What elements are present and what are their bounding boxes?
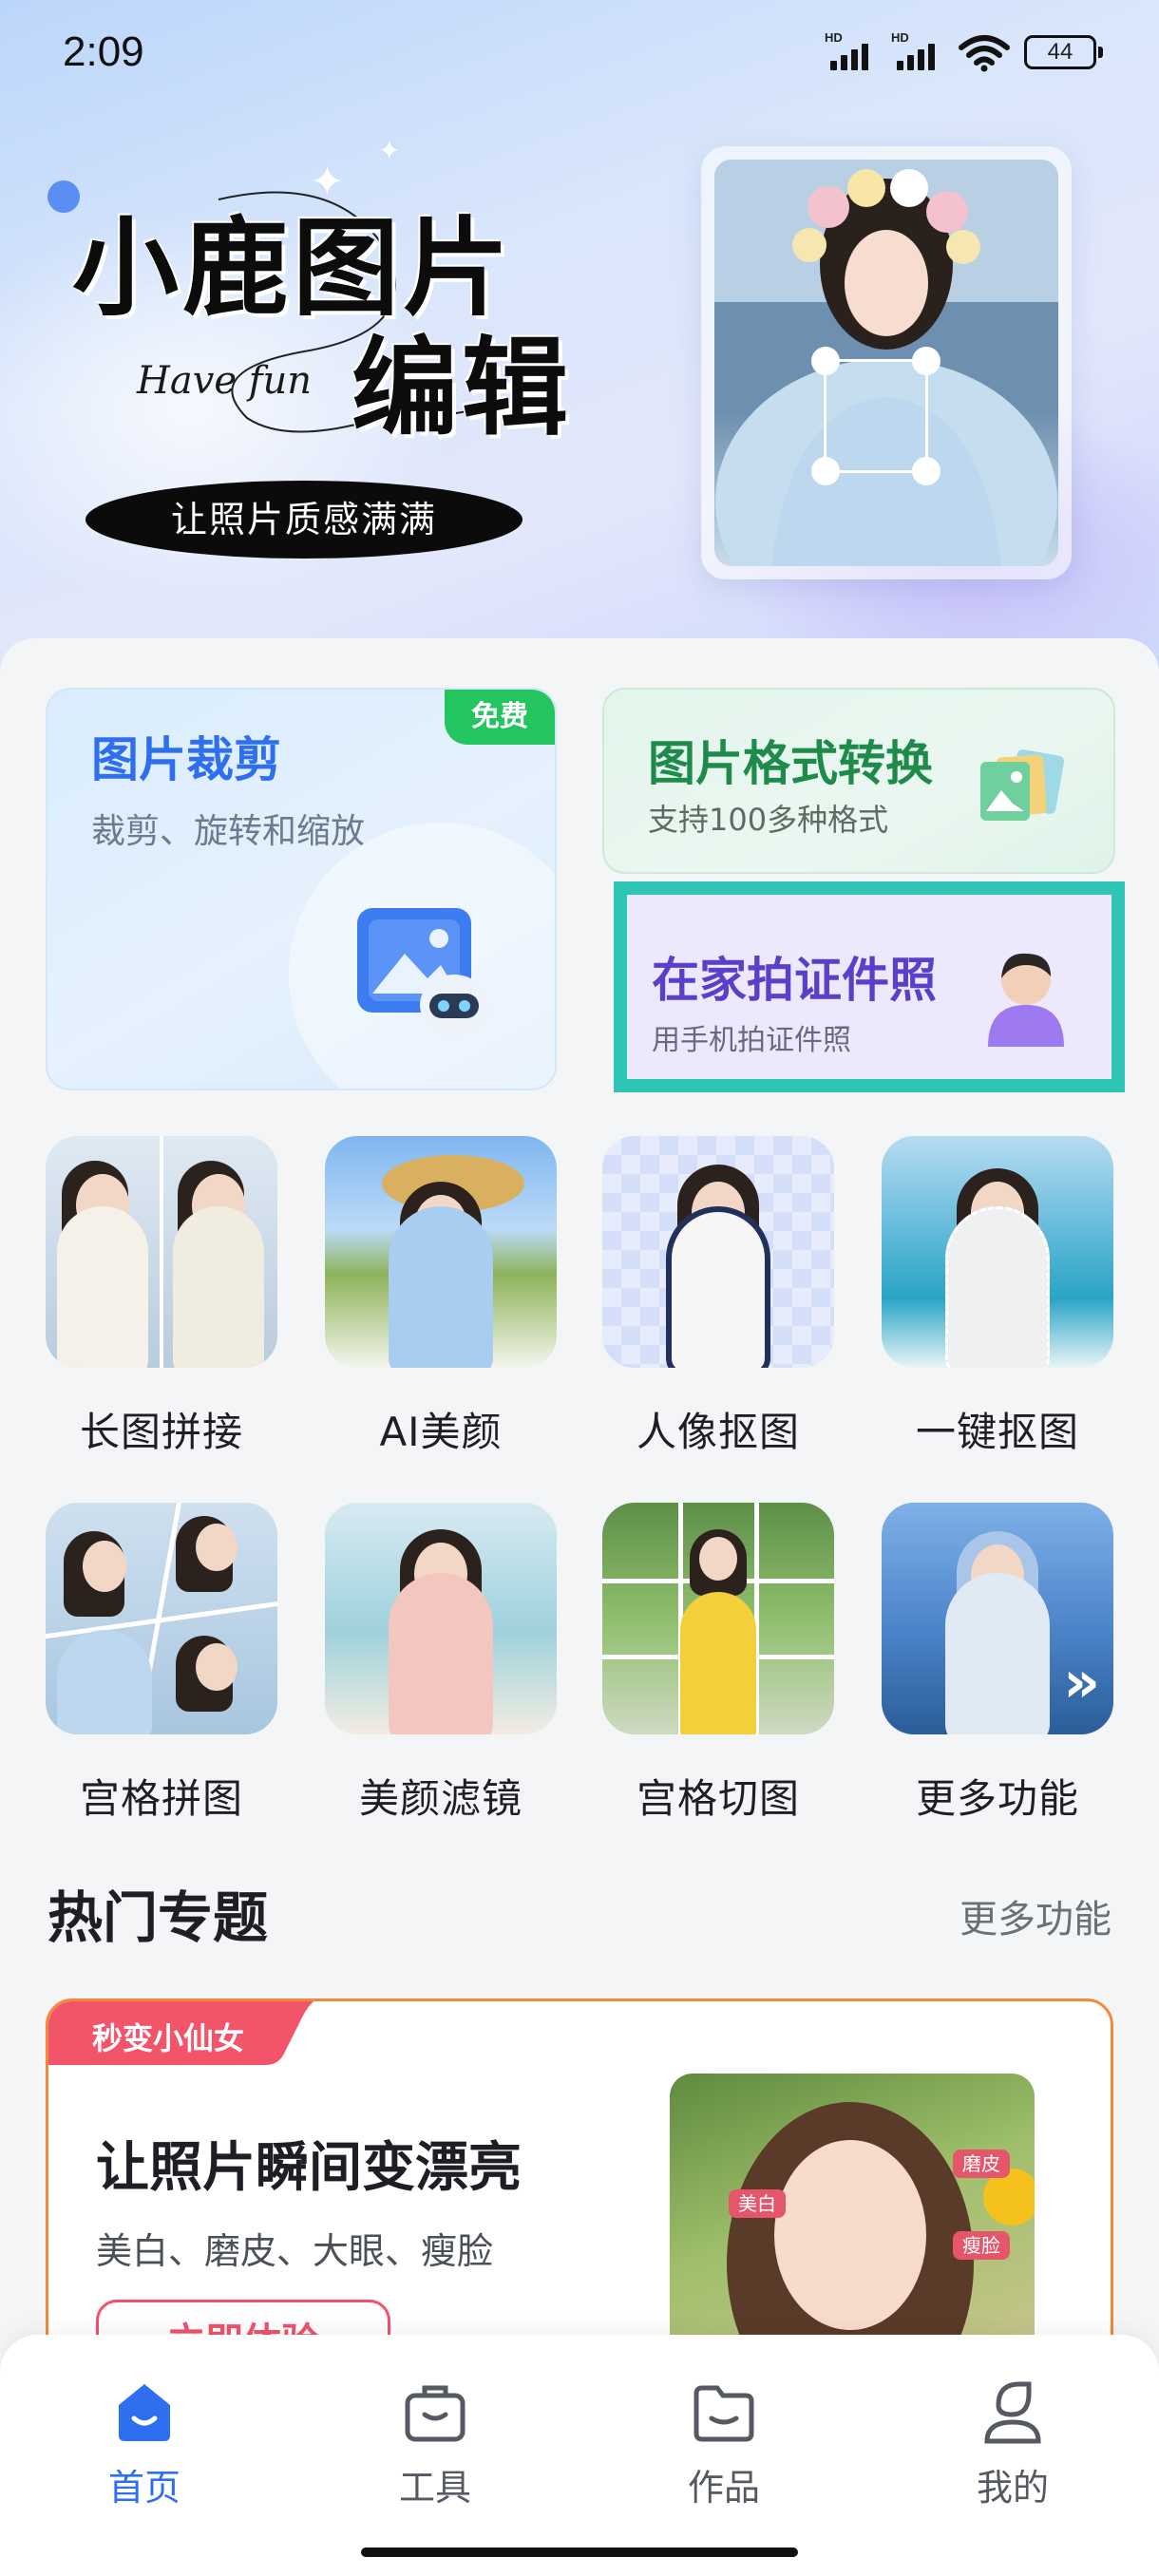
nav-label: 作品 bbox=[687, 2467, 760, 2509]
beauty-label-whiten: 美白 bbox=[729, 2189, 786, 2218]
profile-icon bbox=[984, 2381, 1041, 2444]
tool-label: AI美颜 bbox=[379, 1409, 503, 1455]
tool-label: 美颜滤镜 bbox=[358, 1775, 522, 1822]
tool-label: 一键抠图 bbox=[915, 1409, 1079, 1455]
format-convert-card[interactable]: 图片格式转换 支持100多种格式 bbox=[602, 688, 1115, 874]
image-crop-card[interactable]: 免费 图片裁剪 裁剪、旋转和缩放 bbox=[46, 688, 557, 1090]
nav-label: 工具 bbox=[398, 2467, 471, 2509]
tool-beauty-filter[interactable]: 美颜滤镜 bbox=[325, 1503, 557, 1825]
tool-grid-cut[interactable]: 宫格切图 bbox=[602, 1503, 834, 1825]
sparkle-icon: ✦ bbox=[378, 135, 401, 166]
hero-photo bbox=[701, 146, 1072, 579]
home-indicator[interactable] bbox=[361, 2548, 798, 2557]
one-click-cutout-thumbnail bbox=[882, 1136, 1113, 1368]
signal-icon-2: HD bbox=[891, 30, 944, 72]
beauty-filter-thumbnail bbox=[325, 1503, 557, 1734]
nav-label: 我的 bbox=[976, 2467, 1049, 2509]
crop-card-title: 图片裁剪 bbox=[91, 732, 281, 787]
ai-beauty-thumbnail bbox=[325, 1136, 557, 1368]
photo-stack-icon bbox=[980, 749, 1065, 821]
nav-tools[interactable]: 工具 bbox=[359, 2377, 511, 2510]
nav-profile[interactable]: 我的 bbox=[937, 2377, 1089, 2510]
folder-icon bbox=[694, 2385, 754, 2442]
hero-banner[interactable]: 2:09 HD HD 44 ✦ ✦ ✦ 小鹿图片 编辑 Have fun 让照片… bbox=[0, 0, 1159, 684]
promo-tag: 秒变小仙女 bbox=[92, 2020, 245, 2056]
app-title-line2: 编辑 bbox=[352, 327, 572, 450]
nav-works[interactable]: 作品 bbox=[648, 2377, 800, 2510]
hero-script-text: Have fun bbox=[137, 359, 313, 403]
nav-home[interactable]: 首页 bbox=[68, 2377, 220, 2510]
tool-label: 宫格拼图 bbox=[79, 1775, 243, 1822]
tool-one-click-cutout[interactable]: 一键抠图 bbox=[882, 1136, 1113, 1458]
free-badge: 免费 bbox=[445, 690, 555, 745]
tool-ai-beauty[interactable]: AI美颜 bbox=[325, 1136, 557, 1458]
promo-title: 让照片瞬间变漂亮 bbox=[96, 2137, 522, 2199]
portrait-cutout-thumbnail bbox=[602, 1136, 834, 1368]
crop-frame-decor bbox=[811, 347, 940, 485]
nav-label: 首页 bbox=[107, 2467, 180, 2509]
signal-icon: HD bbox=[825, 30, 878, 72]
tool-label: 人像抠图 bbox=[636, 1409, 800, 1455]
home-icon bbox=[119, 2384, 170, 2441]
section-title-hot-topics: 热门专题 bbox=[48, 1885, 269, 1950]
status-bar: 2:09 HD HD 44 bbox=[0, 0, 1159, 104]
bottom-nav: 首页 工具 作品 我的 bbox=[0, 2335, 1159, 2576]
long-stitch-thumbnail bbox=[46, 1136, 277, 1368]
convert-card-subtitle: 支持100多种格式 bbox=[648, 802, 889, 838]
promo-subtitle: 美白、磨皮、大眼、瘦脸 bbox=[96, 2230, 494, 2272]
chevron-right-double-icon: » bbox=[1063, 1649, 1100, 1715]
more-link[interactable]: 更多功能 bbox=[960, 1888, 1112, 1943]
id-photo-subtitle: 用手机拍证件照 bbox=[652, 1024, 851, 1057]
tool-label: 更多功能 bbox=[915, 1775, 1079, 1822]
id-photo-title: 在家拍证件照 bbox=[652, 953, 937, 1008]
crop-card-subtitle: 裁剪、旋转和缩放 bbox=[91, 812, 366, 851]
sim1-hd-label: HD bbox=[825, 30, 843, 45]
person-icon bbox=[988, 953, 1064, 1047]
toolbox-icon bbox=[405, 2385, 466, 2442]
grid-collage-thumbnail bbox=[46, 1503, 277, 1734]
tool-long-stitch[interactable]: 长图拼接 bbox=[46, 1136, 277, 1458]
tool-label: 长图拼接 bbox=[79, 1409, 243, 1455]
tool-grid-collage[interactable]: 宫格拼图 bbox=[46, 1503, 277, 1825]
image-robot-icon bbox=[357, 908, 488, 1035]
wifi-icon bbox=[959, 35, 1010, 72]
tool-more-features[interactable]: » 更多功能 bbox=[882, 1503, 1113, 1825]
tool-portrait-cutout[interactable]: 人像抠图 bbox=[602, 1136, 834, 1458]
battery-icon: 44 bbox=[1024, 35, 1103, 69]
more-features-thumbnail: » bbox=[882, 1503, 1113, 1734]
id-photo-card[interactable]: 在家拍证件照 用手机拍证件照 bbox=[614, 881, 1125, 1092]
status-icons: HD HD 44 bbox=[825, 30, 1103, 72]
convert-card-title: 图片格式转换 bbox=[648, 736, 933, 791]
beauty-label-smooth: 磨皮 bbox=[953, 2150, 1010, 2178]
grid-cut-thumbnail bbox=[602, 1503, 834, 1734]
hero-slogan: 让照片质感满满 bbox=[86, 481, 522, 559]
sim2-hd-label: HD bbox=[891, 30, 909, 45]
tool-label: 宫格切图 bbox=[636, 1775, 800, 1822]
beauty-label-slim: 瘦脸 bbox=[953, 2231, 1010, 2260]
status-time: 2:09 bbox=[63, 28, 144, 75]
